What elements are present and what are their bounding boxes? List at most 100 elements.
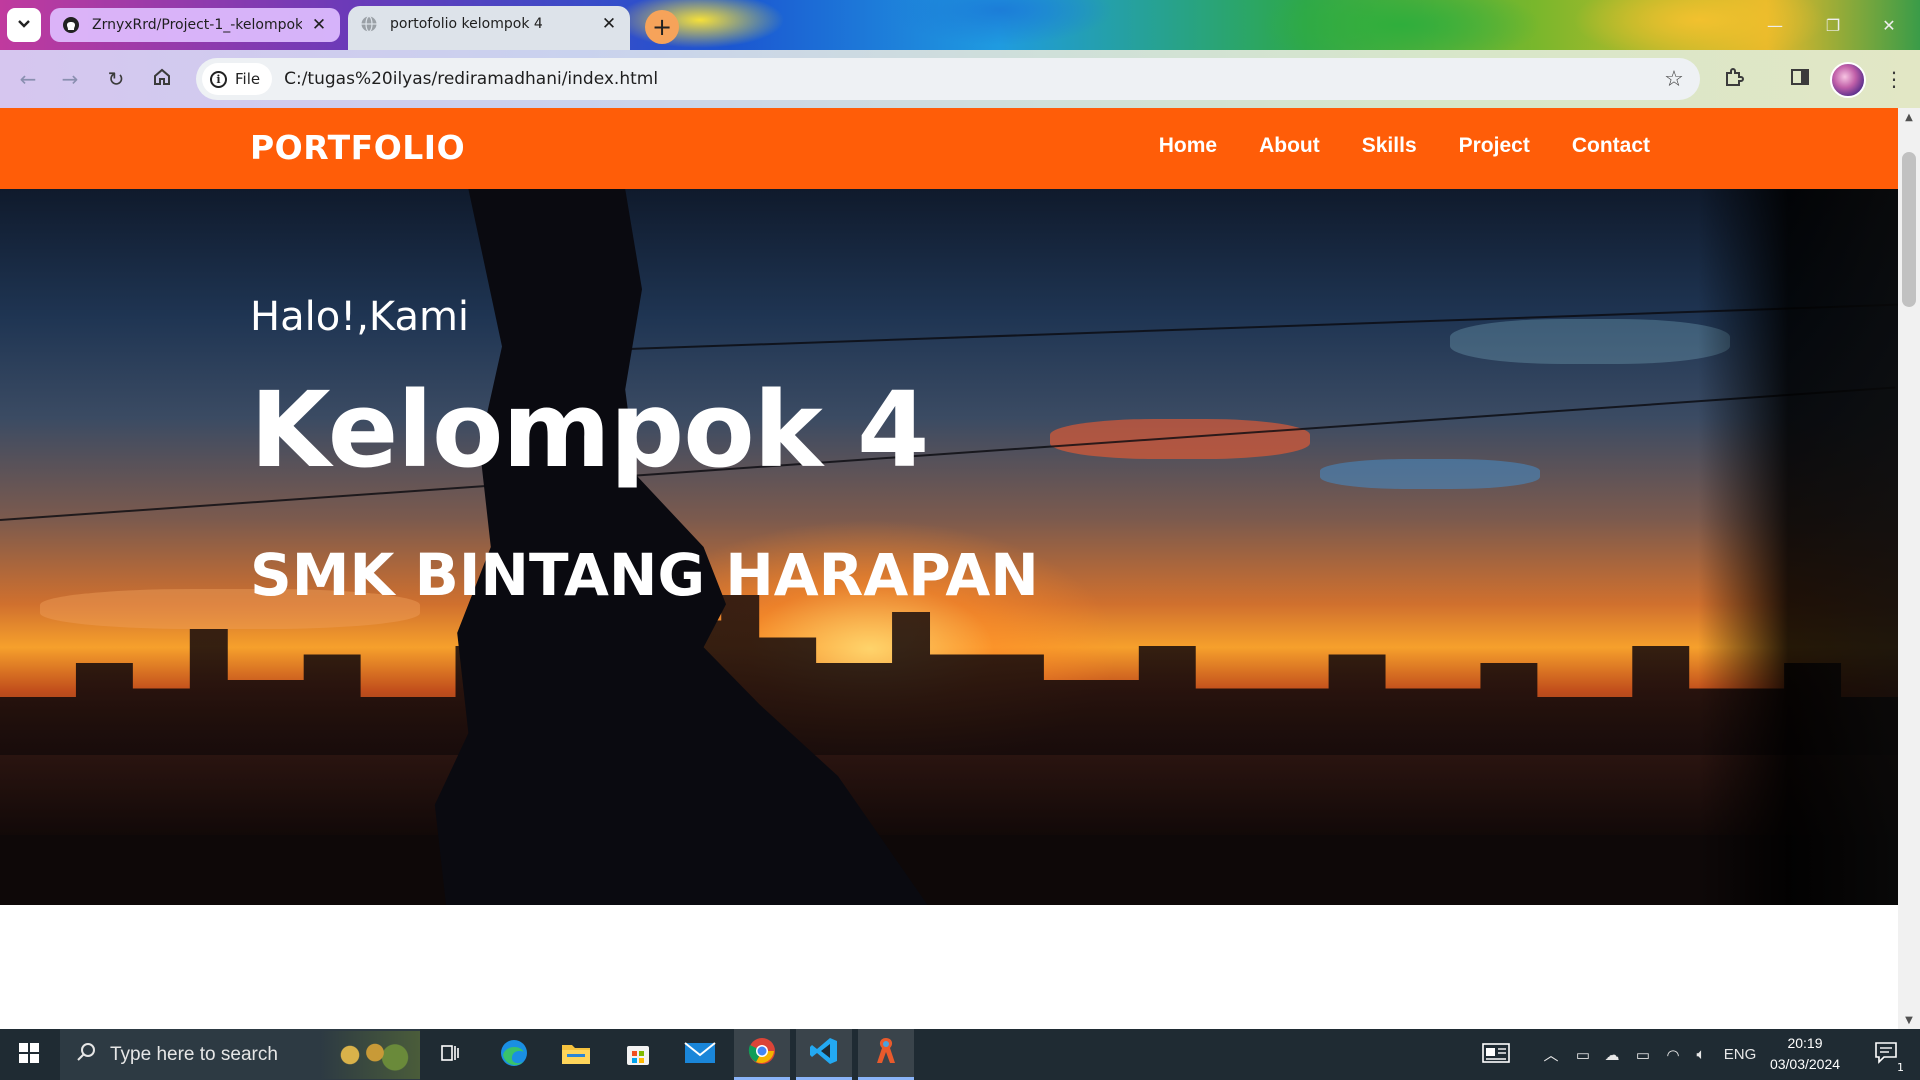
windows-taskbar: Type here to search ︿ ▭ ☁ ▭ ◠ 🔈︎ ENG 20:… [0,1029,1920,1080]
nav-contact[interactable]: Contact [1572,134,1650,158]
kebab-menu-icon: ⋮ [1884,67,1904,91]
chevron-down-icon [16,15,32,35]
restore-icon: ❐ [1825,15,1841,35]
network-tray[interactable]: ◠ [1658,1029,1688,1080]
tab-title: portofolio kelompok 4 [390,16,543,32]
scroll-up-arrow-icon[interactable]: ▲ [1898,108,1920,126]
edge-icon [499,1038,529,1072]
edge-app[interactable] [486,1029,542,1080]
show-hidden-icons-button[interactable]: ︿ [1536,1029,1566,1080]
nav-links: Home About Skills Project Contact [1159,134,1650,158]
notification-count: 1 [1897,1061,1904,1074]
site-info-chip[interactable]: i File [202,63,273,95]
folder-icon [561,1040,591,1070]
language-indicator[interactable]: ENG [1720,1029,1760,1080]
info-icon: i [210,70,227,88]
start-button[interactable] [0,1029,58,1080]
menu-button[interactable]: ⋮ [1878,63,1910,95]
extensions-button[interactable] [1718,63,1750,95]
chrome-app[interactable] [734,1029,790,1080]
clock-date: 03/03/2024 [1769,1056,1841,1072]
windows-logo-icon [18,1042,40,1068]
nav-home[interactable]: Home [1159,134,1217,158]
mail-app[interactable] [672,1029,728,1080]
meet-now-tray[interactable]: ▭ [1570,1029,1596,1080]
github-icon [62,16,80,34]
hero-ground [0,835,1898,905]
scrollbar-thumb[interactable] [1902,152,1916,307]
tab-portfolio[interactable]: portofolio kelompok 4 ✕ [348,6,630,50]
chrome-icon [747,1036,777,1070]
taskbar-clock[interactable]: 20:19 03/03/2024 [1762,1033,1848,1075]
arrow-left-icon: ← [19,67,37,91]
arrow-right-icon: → [61,67,79,91]
store-app[interactable] [610,1029,666,1080]
camera-icon: ▭ [1575,1046,1591,1064]
profile-avatar[interactable] [1830,62,1866,98]
app-icon [872,1036,900,1070]
file-explorer-app[interactable] [548,1029,604,1080]
news-widget[interactable] [1476,1029,1516,1080]
news-icon [1482,1042,1510,1067]
battery-tray[interactable]: ▭ [1628,1029,1658,1080]
hero-section: Halo!,Kami Kelompok 4 SMK BINTANG HARAPA… [0,189,1898,905]
search-highlight-image [320,1031,420,1079]
new-tab-button[interactable]: + [645,10,679,44]
tab-title: ZrnyxRrd/Project-1_-kelompok-4 [92,17,302,33]
close-icon[interactable]: ✕ [310,15,328,35]
task-view-button[interactable] [422,1029,478,1080]
speaker-icon: 🔈︎ [1696,1046,1706,1063]
reload-button[interactable]: ↻ [100,63,132,95]
url-text[interactable]: C:/tugas%20ilyas/rediramadhani/index.htm… [284,69,1656,89]
search-placeholder: Type here to search [110,1043,278,1065]
hero-subtitle: SMK BINTANG HARAPAN [250,541,1039,609]
address-bar[interactable]: i File C:/tugas%20ilyas/rediramadhani/in… [196,58,1700,100]
plus-icon: + [651,13,673,41]
close-icon: ✕ [1882,15,1896,35]
hero-cloud [1450,319,1730,364]
side-panel-button[interactable] [1784,63,1816,95]
battery-icon: ▭ [1635,1046,1651,1064]
globe-icon [360,15,378,33]
home-icon [152,67,172,92]
page-viewport: PORTFOLIO Home About Skills Project Cont… [0,108,1898,1029]
site-chip-label: File [235,70,261,88]
volume-tray[interactable]: 🔈︎ [1686,1029,1716,1080]
pinned-app[interactable] [858,1029,914,1080]
vscode-icon [809,1036,839,1070]
hero-cloud [1320,459,1540,489]
close-window-button[interactable]: ✕ [1866,10,1912,40]
forward-button[interactable]: → [54,63,86,95]
page-scrollbar[interactable]: ▲ ▼ [1898,108,1920,1029]
hero-shadow [1698,189,1898,905]
hero-greeting: Halo!,Kami [250,294,470,340]
browser-tab-strip: ZrnyxRrd/Project-1_-kelompok-4 ✕ portofo… [0,0,1920,50]
taskbar-search[interactable]: Type here to search [60,1029,420,1080]
hero-title: Kelompok 4 [250,369,929,491]
nav-about[interactable]: About [1259,134,1320,158]
puzzle-icon [1723,66,1745,93]
close-icon[interactable]: ✕ [600,14,618,34]
tab-github[interactable]: ZrnyxRrd/Project-1_-kelompok-4 ✕ [50,8,340,42]
vscode-app[interactable] [796,1029,852,1080]
back-button[interactable]: ← [12,63,44,95]
bookmark-star-icon[interactable]: ☆ [1656,67,1692,92]
home-button[interactable] [146,63,178,95]
browser-toolbar: ← → ↻ i File C:/tugas%20ilyas/rediramadh… [0,50,1920,108]
onedrive-tray[interactable]: ☁ [1598,1029,1626,1080]
clock-time: 20:19 [1787,1035,1823,1051]
nav-skills[interactable]: Skills [1362,134,1417,158]
site-navbar: PORTFOLIO Home About Skills Project Cont… [0,108,1898,189]
site-brand[interactable]: PORTFOLIO [250,128,465,167]
scroll-down-arrow-icon[interactable]: ▼ [1898,1011,1920,1029]
tab-search-button[interactable] [7,8,41,42]
minimize-button[interactable]: — [1752,10,1798,40]
wifi-icon: ◠ [1666,1046,1680,1064]
nav-project[interactable]: Project [1459,134,1530,158]
restore-button[interactable]: ❐ [1810,10,1856,40]
notification-center-button[interactable]: 1 [1862,1029,1912,1080]
hero-bridge [0,755,1898,835]
reload-icon: ↻ [107,67,125,91]
hero-cloud [1050,419,1310,459]
microsoft-store-icon [624,1039,652,1071]
